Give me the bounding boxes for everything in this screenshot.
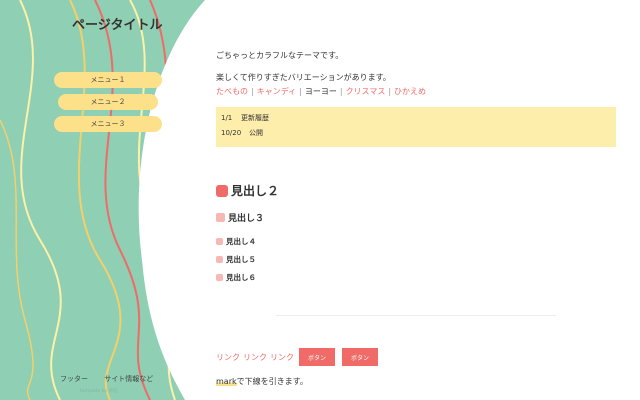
update-row: 10/20 公開 — [221, 126, 611, 141]
update-text: 更新履歴 — [241, 114, 269, 122]
site-info-link[interactable]: サイト情報など — [104, 375, 153, 383]
update-date: 10/20 — [221, 129, 242, 137]
footer-link[interactable]: フッター — [60, 375, 88, 383]
horizontal-rule — [276, 315, 556, 316]
heading-marker — [216, 274, 223, 281]
heading-3: 見出し３ — [216, 211, 264, 224]
site-title[interactable]: ページタイトル — [72, 14, 162, 33]
heading-4: 見出し４ — [216, 236, 256, 247]
heading-marker — [216, 184, 228, 197]
heading-3-text: 見出し３ — [228, 214, 265, 224]
mark-example-text: markで下線を引きます。 — [216, 376, 308, 387]
heading-5: 見出し５ — [216, 254, 256, 265]
text-link[interactable]: リンク — [270, 352, 294, 363]
text-link[interactable]: リンク — [243, 352, 267, 363]
nav-item-menu-1[interactable]: メニュー１ — [54, 72, 162, 88]
nav-item-menu-3[interactable]: メニュー３ — [54, 116, 162, 132]
heading-6-text: 見出し６ — [226, 273, 256, 282]
update-history-box: 1/1 更新履歴 10/20 公開 — [216, 107, 616, 147]
update-text: 公開 — [249, 129, 263, 137]
footer-links: フッター サイト情報など — [60, 374, 167, 384]
nav-item-menu-2[interactable]: メニュー２ — [58, 94, 158, 110]
theme-link-modest[interactable]: ひかえめ — [394, 87, 426, 96]
heading-5-text: 見出し５ — [226, 255, 256, 264]
update-date: 1/1 — [221, 114, 233, 122]
heading-6: 見出し６ — [216, 272, 256, 283]
mark-description: で下線を引きます。 — [236, 377, 308, 386]
heading-marker — [216, 256, 223, 263]
description-text: 楽しくて作りすぎたバリエーションがあります。 — [216, 73, 391, 82]
sample-button-2[interactable]: ボタン — [342, 348, 378, 366]
theme-link-candy[interactable]: キャンディ — [257, 87, 296, 96]
heading-marker — [216, 238, 223, 245]
theme-variation-links: たべもの | キャンディ | ヨーヨー | クリスマス | ひかえめ — [216, 87, 427, 96]
theme-link-food[interactable]: たべもの — [216, 87, 248, 96]
theme-link-christmas[interactable]: クリスマス — [346, 87, 386, 96]
text-link[interactable]: リンク — [216, 352, 240, 363]
mark-highlight: mark — [216, 377, 237, 386]
theme-link-yoyo[interactable]: ヨーヨー — [305, 87, 337, 96]
update-row: 1/1 更新履歴 — [221, 111, 611, 126]
sample-button-1[interactable]: ボタン — [299, 348, 335, 366]
template-credit: template by 青石 — [80, 389, 118, 394]
heading-2: 見出し２ — [216, 182, 279, 199]
heading-2-text: 見出し２ — [231, 184, 280, 198]
links-and-buttons-row: リンク リンク リンク ボタン ボタン — [216, 348, 385, 366]
heading-marker — [216, 213, 225, 222]
intro-text: ごちゃっとカラフルなテーマです。 — [216, 51, 344, 60]
heading-4-text: 見出し４ — [226, 237, 256, 246]
